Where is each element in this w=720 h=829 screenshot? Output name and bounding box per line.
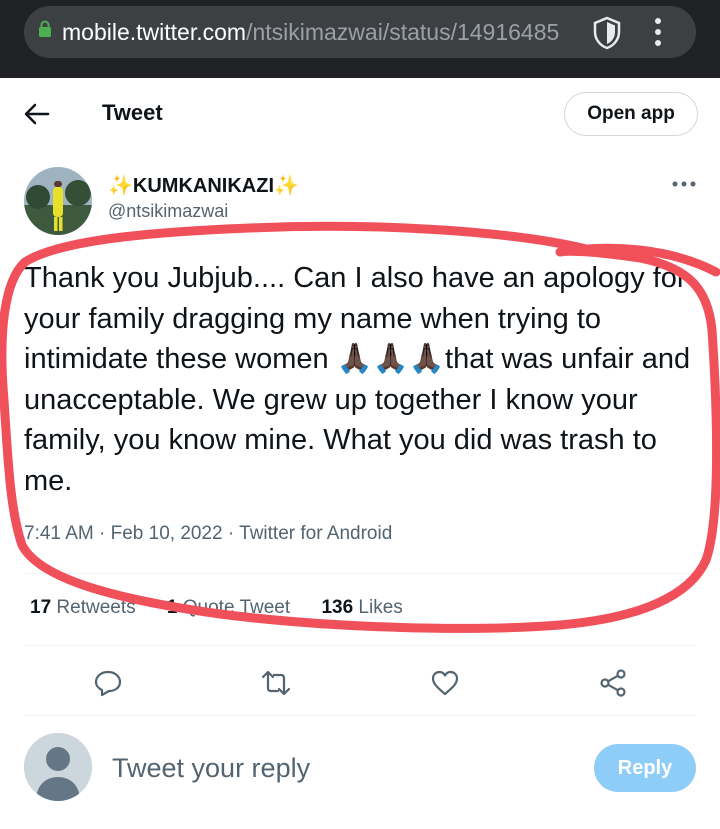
tweet-text: Thank you Jubjub.... Can I also have an … [24,262,691,497]
divider [24,573,696,574]
retweet-icon[interactable] [261,668,291,698]
open-app-button[interactable]: Open app [564,92,698,136]
shield-icon[interactable] [592,16,622,50]
tweet-time[interactable]: 7:41 AM [24,523,94,544]
like-heart-icon[interactable] [430,668,460,698]
quote-tweets-stat[interactable]: 1 Quote Tweet [167,597,290,618]
back-arrow-icon[interactable] [24,102,50,126]
author-handle[interactable]: @ntsikimazwai [108,201,228,222]
tweet-source[interactable]: Twitter for Android [239,523,392,544]
kebab-menu-icon[interactable] [652,16,664,48]
divider [24,645,696,646]
action-bar [0,664,720,700]
page-title: Tweet [102,100,163,125]
browser-toolbar: mobile.twitter.com/ntsikimazwai/status/1… [0,0,720,78]
retweets-stat[interactable]: 17 Retweets [30,597,136,618]
tweet-meta: 7:41 AM · Feb 10, 2022 · Twitter for And… [24,523,393,544]
reply-icon[interactable] [93,668,123,698]
share-icon[interactable] [598,668,628,698]
tweet-date[interactable]: Feb 10, 2022 [111,523,223,544]
reply-button[interactable]: Reply [594,744,696,792]
user-avatar[interactable] [24,733,92,801]
likes-stat[interactable]: 136 Likes [321,597,402,618]
address-bar[interactable]: mobile.twitter.com/ntsikimazwai/status/1… [24,6,696,58]
tweet-stats: 17 Retweets 1 Quote Tweet 136 Likes [30,597,429,619]
more-options-icon[interactable] [672,178,696,190]
divider [24,715,696,716]
author-avatar[interactable] [24,167,92,235]
author-name[interactable]: ✨KUMKANIKAZI✨ [108,173,299,198]
reply-input[interactable] [112,748,552,788]
lock-icon[interactable] [38,20,52,38]
url-text[interactable]: mobile.twitter.com/ntsikimazwai/status/1… [62,19,582,46]
page-header: Tweet Open app [0,78,720,150]
